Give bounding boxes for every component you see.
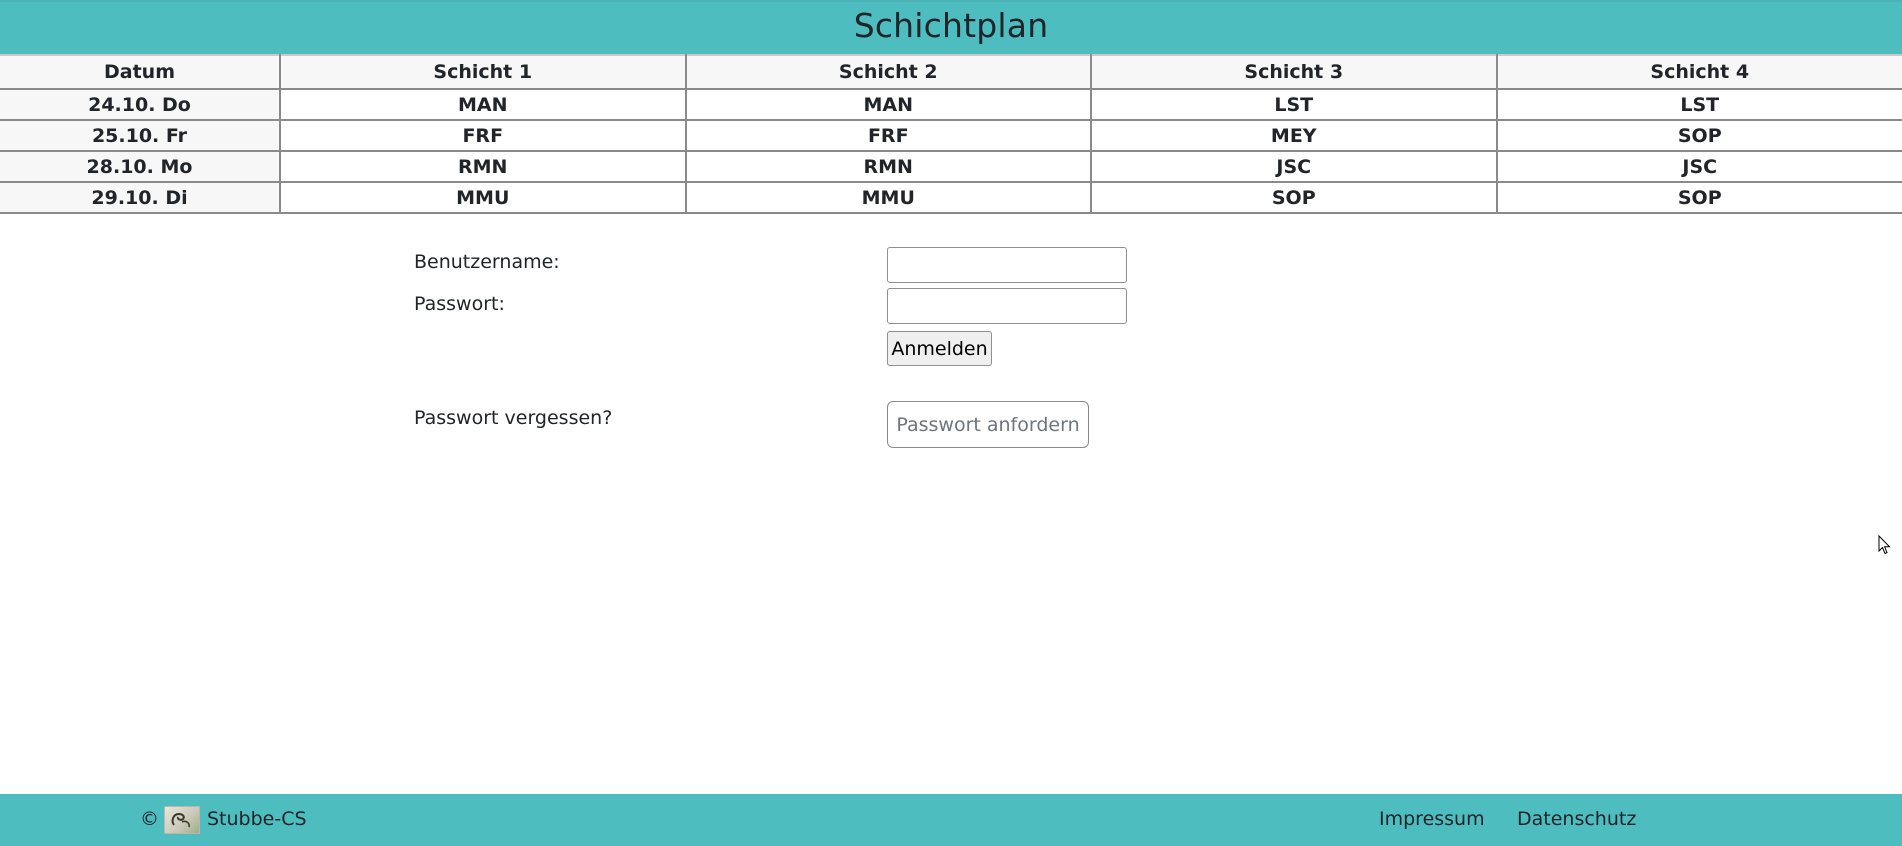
row-date: 29.10. Di [0, 181, 281, 214]
login-button[interactable]: Anmelden [887, 331, 992, 366]
company-logo-icon [164, 806, 200, 834]
table-row: 24.10. Do MAN MAN LST LST [0, 88, 1902, 121]
shift-cell: MAN [279, 88, 687, 121]
shift-cell: RMN [684, 150, 1092, 183]
shift-cell: FRF [279, 119, 687, 152]
table-row: 28.10. Mo RMN RMN JSC JSC [0, 150, 1902, 183]
shift-cell: LST [1090, 88, 1498, 121]
column-header-shift-1: Schicht 1 [279, 54, 687, 90]
table-header-row: Datum Schicht 1 Schicht 2 Schicht 3 Schi… [0, 54, 1902, 90]
datenschutz-link[interactable]: Datenschutz [1517, 808, 1636, 830]
row-date: 28.10. Mo [0, 150, 281, 183]
column-header-shift-2: Schicht 2 [684, 54, 1092, 90]
brand-name: Stubbe-CS [207, 808, 307, 830]
password-input[interactable] [887, 288, 1127, 324]
column-header-shift-3: Schicht 3 [1090, 54, 1498, 90]
shift-cell: MMU [684, 181, 1092, 214]
schedule-table: Datum Schicht 1 Schicht 2 Schicht 3 Schi… [0, 54, 1902, 214]
column-header-shift-4: Schicht 4 [1495, 54, 1902, 90]
shift-cell: FRF [684, 119, 1092, 152]
table-row: 25.10. Fr FRF FRF MEY SOP [0, 119, 1902, 152]
page-header: Schichtplan [0, 0, 1902, 54]
mouse-cursor-icon [1878, 535, 1891, 555]
impressum-link[interactable]: Impressum [1379, 808, 1485, 830]
shift-cell: JSC [1090, 150, 1498, 183]
page-footer: © Stubbe-CS Impressum Datenschutz [0, 794, 1902, 846]
username-input[interactable] [887, 247, 1127, 283]
row-date: 25.10. Fr [0, 119, 281, 152]
table-row: 29.10. Di MMU MMU SOP SOP [0, 181, 1902, 214]
shift-cell: MEY [1090, 119, 1498, 152]
copyright-symbol: © [140, 808, 159, 830]
forgot-password-label: Passwort vergessen? [414, 407, 613, 429]
shift-cell: LST [1495, 88, 1902, 121]
shift-cell: SOP [1090, 181, 1498, 214]
request-password-button[interactable]: Passwort anfordern [887, 401, 1089, 448]
password-label: Passwort: [414, 293, 505, 315]
shift-cell: RMN [279, 150, 687, 183]
column-header-date: Datum [0, 54, 281, 90]
shift-cell: JSC [1495, 150, 1902, 183]
page-title: Schichtplan [853, 6, 1049, 45]
username-label: Benutzername: [414, 251, 560, 273]
shift-cell: MMU [279, 181, 687, 214]
shift-cell: SOP [1495, 119, 1902, 152]
row-date: 24.10. Do [0, 88, 281, 121]
shift-cell: SOP [1495, 181, 1902, 214]
shift-cell: MAN [684, 88, 1092, 121]
